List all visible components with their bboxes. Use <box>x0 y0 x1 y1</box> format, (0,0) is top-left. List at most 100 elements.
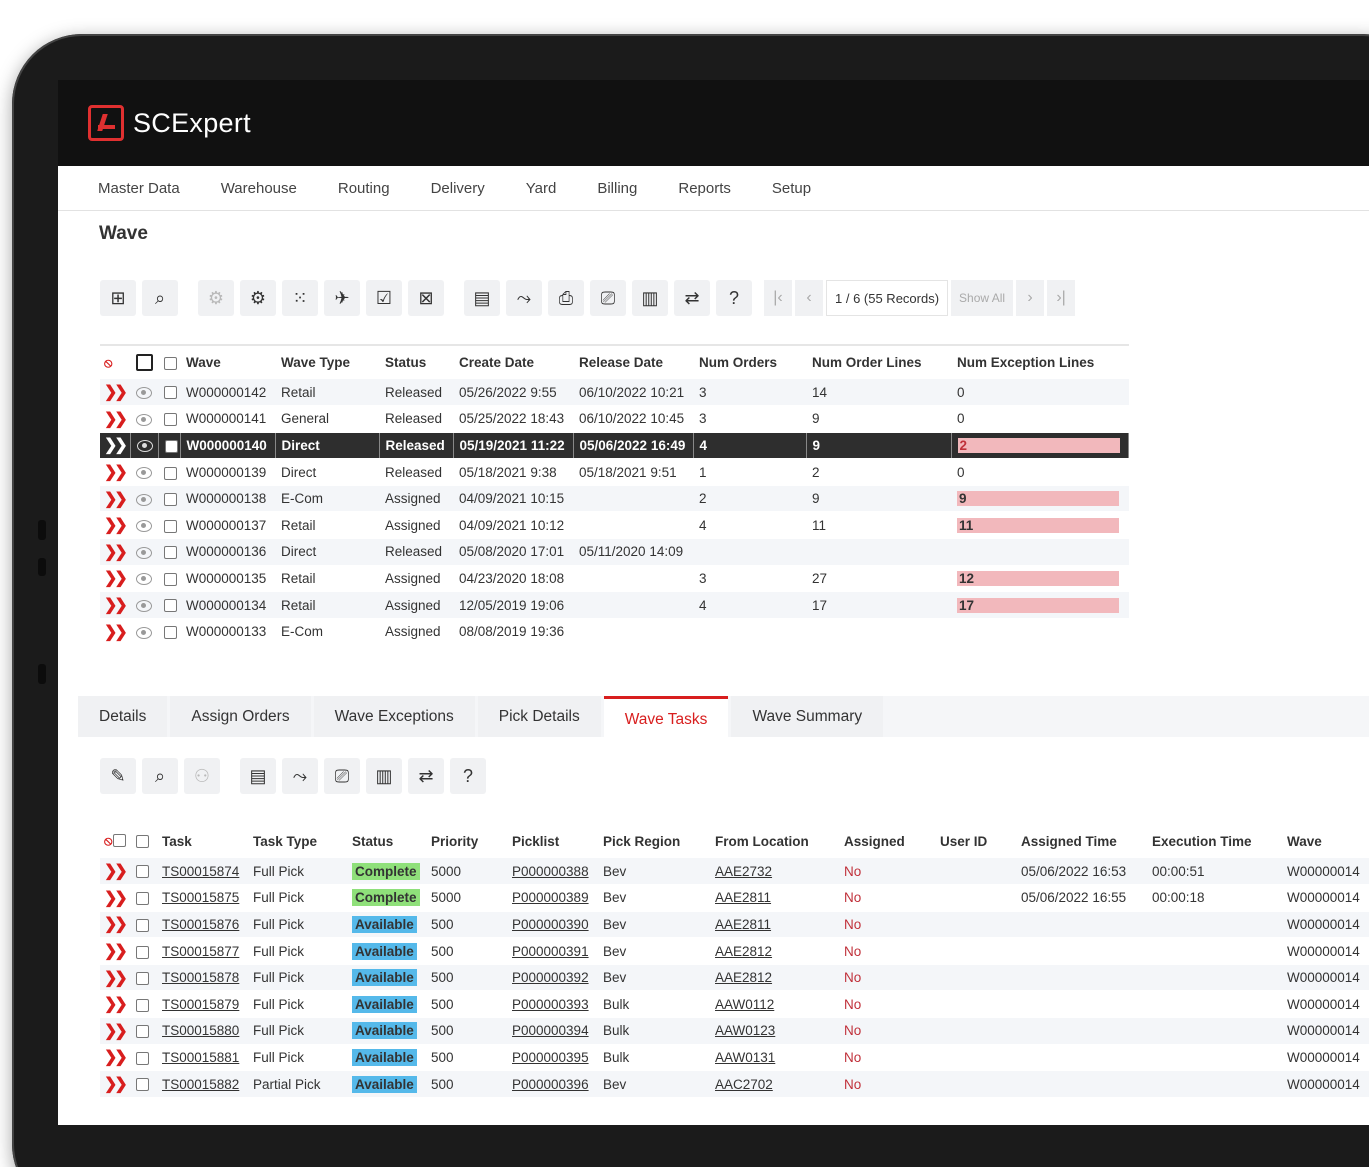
cell-link[interactable]: TS00015882 <box>162 1077 239 1092</box>
add-icon[interactable]: ⊞ <box>100 280 136 316</box>
expand-arrow-icon[interactable]: ❯❯ <box>100 432 131 460</box>
cell-from-location[interactable]: AAC2702 <box>709 1070 838 1098</box>
menu-setup[interactable]: Setup <box>772 180 811 197</box>
col-task-type[interactable]: Task Type <box>247 824 346 858</box>
print-icon[interactable]: ⎚ <box>590 280 626 316</box>
cell-link[interactable]: AAE2812 <box>715 970 772 985</box>
table-row[interactable]: ❯❯ W000000134 Retail Assigned 12/05/2019 19:… <box>100 591 1129 619</box>
col-priority[interactable]: Priority <box>425 824 506 858</box>
col-pick-region[interactable]: Pick Region <box>597 824 709 858</box>
col-execution-time[interactable]: Execution Time <box>1146 824 1281 858</box>
col-user-id[interactable]: User ID <box>934 824 1015 858</box>
col-num-exception-lines[interactable]: Num Exception Lines <box>951 345 1129 379</box>
expand-arrow-icon[interactable]: ❯❯ <box>100 538 130 566</box>
cell-link[interactable]: AAE2732 <box>715 864 772 879</box>
row-checkbox[interactable] <box>130 858 156 886</box>
col-release-date[interactable]: Release Date <box>573 345 693 379</box>
cell-link[interactable]: TS00015878 <box>162 970 239 985</box>
next-page-icon[interactable]: › <box>1016 280 1045 316</box>
chart-icon[interactable]: ▥ <box>366 758 402 794</box>
expand-arrow-icon[interactable]: ❯❯ <box>100 485 130 513</box>
cell-picklist[interactable]: P000000389 <box>506 884 597 912</box>
cell-link[interactable]: P000000394 <box>512 1023 589 1038</box>
cell-link[interactable]: TS00015874 <box>162 864 239 879</box>
last-page-icon[interactable]: ›| <box>1047 280 1076 316</box>
expand-arrow-icon[interactable]: ❯❯ <box>100 618 130 646</box>
expand-arrow-icon[interactable]: ❯❯ <box>100 937 130 965</box>
cell-task[interactable]: TS00015880 <box>156 1017 247 1045</box>
search-icon[interactable]: ⌕ <box>142 758 178 794</box>
cell-picklist[interactable]: P000000390 <box>506 911 597 939</box>
cell-link[interactable]: AAC2702 <box>715 1077 773 1092</box>
row-checkbox[interactable] <box>158 458 180 486</box>
col-assigned-time[interactable]: Assigned Time <box>1015 824 1146 858</box>
cell-task[interactable]: TS00015879 <box>156 990 247 1019</box>
approve-icon[interactable]: ☑ <box>366 280 402 316</box>
cell-link[interactable]: AAE2811 <box>715 890 771 905</box>
cell-link[interactable]: AAW0112 <box>715 997 774 1012</box>
select-all[interactable] <box>130 345 158 379</box>
cell-link[interactable]: TS00015880 <box>162 1023 239 1038</box>
cell-from-location[interactable]: AAE2812 <box>709 964 838 992</box>
col-assigned[interactable]: Assigned <box>838 824 934 858</box>
row-checkbox[interactable] <box>130 937 156 965</box>
menu-billing[interactable]: Billing <box>597 180 637 197</box>
cell-from-location[interactable]: AAE2812 <box>709 937 838 965</box>
cell-link[interactable]: AAW0123 <box>715 1023 775 1038</box>
cell-from-location[interactable]: AAE2811 <box>709 884 838 912</box>
chart-icon[interactable]: ▥ <box>632 280 668 316</box>
expand-arrow-icon[interactable]: ❯❯ <box>100 1044 130 1072</box>
preview-icon[interactable]: ⎙ <box>548 280 584 316</box>
row-checkbox[interactable] <box>158 565 180 593</box>
expand-arrow-icon[interactable]: ❯❯ <box>100 379 130 407</box>
prev-page-icon[interactable]: ‹ <box>795 280 823 316</box>
view-icon[interactable] <box>130 565 158 593</box>
row-checkbox[interactable] <box>158 432 181 460</box>
clear-filter-icon[interactable]: ⦸ <box>100 345 130 379</box>
col-create-date[interactable]: Create Date <box>453 345 573 379</box>
cell-picklist[interactable]: P000000391 <box>506 937 597 965</box>
row-checkbox[interactable] <box>130 990 156 1019</box>
table-row[interactable]: ❯❯ W000000133 E-Com Assigned 08/08/2019 19:3… <box>100 618 1129 646</box>
cell-from-location[interactable]: AAE2732 <box>709 858 838 886</box>
expand-arrow-icon[interactable]: ❯❯ <box>100 964 130 992</box>
tab-wave-summary[interactable]: Wave Summary <box>731 696 884 737</box>
table-row[interactable]: ❯❯ W000000138 E-Com Assigned 04/09/2021 10:1… <box>100 485 1129 513</box>
tab-pick-details[interactable]: Pick Details <box>477 696 601 737</box>
col-wave-type[interactable]: Wave Type <box>275 345 379 379</box>
menu-delivery[interactable]: Delivery <box>431 180 485 197</box>
table-row[interactable]: ❯❯ TS00015881 Full Pick Available 500 P000000… <box>100 1044 1369 1072</box>
row-checkbox[interactable] <box>158 485 180 513</box>
settings-icon[interactable]: ⚙ <box>240 280 276 316</box>
row-checkbox[interactable] <box>130 964 156 992</box>
cell-link[interactable]: P000000391 <box>512 944 589 959</box>
share-icon[interactable]: ⤳ <box>282 758 318 794</box>
plan-wave-icon[interactable]: ⚙ <box>198 280 234 316</box>
col-picklist[interactable]: Picklist <box>506 824 597 858</box>
cell-task[interactable]: TS00015881 <box>156 1044 247 1072</box>
table-row[interactable]: ❯❯ W000000135 Retail Assigned 04/23/2020 18:… <box>100 565 1129 593</box>
expand-arrow-icon[interactable]: ❯❯ <box>100 884 130 912</box>
print-icon[interactable]: ⎚ <box>324 758 360 794</box>
expand-arrow-icon[interactable]: ❯❯ <box>100 1017 130 1045</box>
cell-link[interactable]: TS00015875 <box>162 890 239 905</box>
cell-task[interactable]: TS00015876 <box>156 911 247 939</box>
cell-link[interactable]: P000000389 <box>512 890 589 905</box>
export-icon[interactable]: ⇄ <box>408 758 444 794</box>
table-row[interactable]: ❯❯ TS00015880 Full Pick Available 500 P000000… <box>100 1017 1369 1045</box>
row-checkbox[interactable] <box>130 1044 156 1072</box>
table-row[interactable]: ❯❯ W000000137 Retail Assigned 04/09/2021 10:… <box>100 511 1129 540</box>
cell-picklist[interactable]: P000000388 <box>506 858 597 886</box>
release-icon[interactable]: ✈ <box>324 280 360 316</box>
view-icon[interactable] <box>130 458 158 486</box>
cell-link[interactable]: P000000390 <box>512 917 589 932</box>
expand-arrow-icon[interactable]: ❯❯ <box>100 565 130 593</box>
row-checkbox[interactable] <box>130 1070 156 1098</box>
allocate-icon[interactable]: ⁙ <box>282 280 318 316</box>
view-icon[interactable] <box>130 485 158 513</box>
table-row[interactable]: ❯❯ TS00015879 Full Pick Available 500 P000000… <box>100 990 1369 1019</box>
menu-master-data[interactable]: Master Data <box>98 180 180 197</box>
help-icon[interactable]: ? <box>716 280 752 316</box>
row-checkbox[interactable] <box>130 884 156 912</box>
cell-picklist[interactable]: P000000392 <box>506 964 597 992</box>
